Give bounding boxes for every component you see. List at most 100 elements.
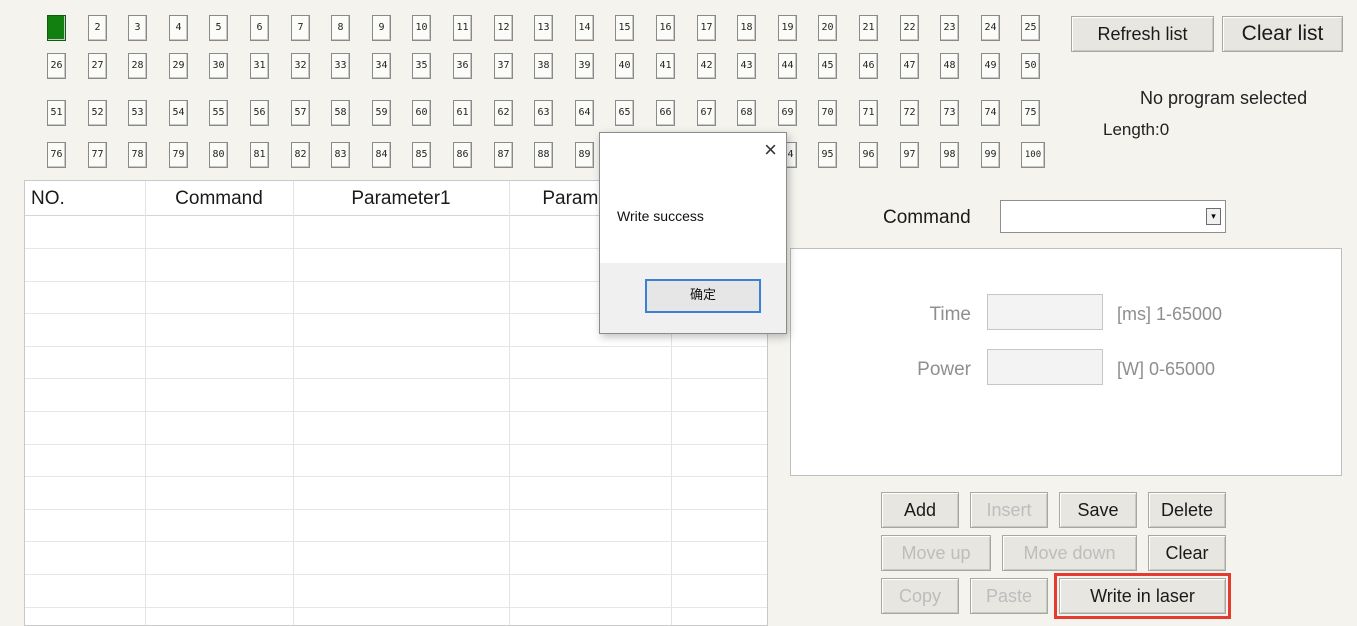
program-slot-button[interactable]: 58 bbox=[331, 100, 350, 126]
program-slot-button[interactable]: 37 bbox=[494, 53, 513, 79]
program-slot-button[interactable]: 19 bbox=[778, 15, 797, 41]
program-slot-button[interactable]: 35 bbox=[412, 53, 431, 79]
program-slot-button[interactable]: 8 bbox=[331, 15, 350, 41]
program-slot-button[interactable]: 1 bbox=[47, 15, 66, 41]
clear-button[interactable]: Clear bbox=[1148, 535, 1226, 571]
program-slot-button[interactable]: 16 bbox=[656, 15, 675, 41]
program-slot-button[interactable]: 28 bbox=[128, 53, 147, 79]
program-slot-button[interactable]: 44 bbox=[778, 53, 797, 79]
program-slot-button[interactable]: 69 bbox=[778, 100, 797, 126]
program-slot-button[interactable]: 89 bbox=[575, 142, 594, 168]
program-slot-button[interactable]: 78 bbox=[128, 142, 147, 168]
refresh-list-button[interactable]: Refresh list bbox=[1071, 16, 1214, 52]
program-slot-button[interactable]: 66 bbox=[656, 100, 675, 126]
program-slot-button[interactable]: 100 bbox=[1021, 142, 1045, 168]
program-slot-button[interactable]: 64 bbox=[575, 100, 594, 126]
program-slot-button[interactable]: 95 bbox=[818, 142, 837, 168]
program-slot-button[interactable]: 84 bbox=[372, 142, 391, 168]
program-slot-button[interactable]: 63 bbox=[534, 100, 553, 126]
program-slot-button[interactable]: 88 bbox=[534, 142, 553, 168]
program-slot-button[interactable]: 6 bbox=[250, 15, 269, 41]
program-slot-button[interactable]: 33 bbox=[331, 53, 350, 79]
time-input[interactable] bbox=[987, 294, 1103, 330]
program-slot-button[interactable]: 38 bbox=[534, 53, 553, 79]
program-slot-button[interactable]: 22 bbox=[900, 15, 919, 41]
program-slot-button[interactable]: 42 bbox=[697, 53, 716, 79]
program-slot-button[interactable]: 2 bbox=[88, 15, 107, 41]
program-slot-button[interactable]: 83 bbox=[331, 142, 350, 168]
clear-list-button[interactable]: Clear list bbox=[1222, 16, 1343, 52]
ok-button[interactable]: 确定 bbox=[645, 279, 761, 313]
program-slot-button[interactable]: 79 bbox=[169, 142, 188, 168]
program-slot-button[interactable]: 60 bbox=[412, 100, 431, 126]
program-slot-button[interactable]: 99 bbox=[981, 142, 1000, 168]
program-slot-button[interactable]: 77 bbox=[88, 142, 107, 168]
program-slot-button[interactable]: 57 bbox=[291, 100, 310, 126]
program-slot-button[interactable]: 50 bbox=[1021, 53, 1040, 79]
program-slot-button[interactable]: 3 bbox=[128, 15, 147, 41]
command-select[interactable]: ▾ bbox=[1000, 200, 1226, 233]
program-slot-button[interactable]: 39 bbox=[575, 53, 594, 79]
program-slot-button[interactable]: 54 bbox=[169, 100, 188, 126]
program-slot-button[interactable]: 74 bbox=[981, 100, 1000, 126]
program-slot-button[interactable]: 15 bbox=[615, 15, 634, 41]
program-slot-button[interactable]: 75 bbox=[1021, 100, 1040, 126]
program-slot-button[interactable]: 80 bbox=[209, 142, 228, 168]
program-slot-button[interactable]: 36 bbox=[453, 53, 472, 79]
paste-button[interactable]: Paste bbox=[970, 578, 1048, 614]
program-slot-button[interactable]: 7 bbox=[291, 15, 310, 41]
move-up-button[interactable]: Move up bbox=[881, 535, 991, 571]
program-slot-button[interactable]: 13 bbox=[534, 15, 553, 41]
program-slot-button[interactable]: 59 bbox=[372, 100, 391, 126]
program-slot-button[interactable]: 96 bbox=[859, 142, 878, 168]
add-button[interactable]: Add bbox=[881, 492, 959, 528]
program-slot-button[interactable]: 24 bbox=[981, 15, 1000, 41]
program-slot-button[interactable]: 9 bbox=[372, 15, 391, 41]
program-slot-button[interactable]: 72 bbox=[900, 100, 919, 126]
program-slot-button[interactable]: 73 bbox=[940, 100, 959, 126]
program-slot-button[interactable]: 87 bbox=[494, 142, 513, 168]
program-slot-button[interactable]: 53 bbox=[128, 100, 147, 126]
program-slot-button[interactable]: 85 bbox=[412, 142, 431, 168]
program-slot-button[interactable]: 40 bbox=[615, 53, 634, 79]
program-slot-button[interactable]: 10 bbox=[412, 15, 431, 41]
copy-button[interactable]: Copy bbox=[881, 578, 959, 614]
program-slot-button[interactable]: 51 bbox=[47, 100, 66, 126]
delete-button[interactable]: Delete bbox=[1148, 492, 1226, 528]
program-slot-button[interactable]: 47 bbox=[900, 53, 919, 79]
program-slot-button[interactable]: 26 bbox=[47, 53, 66, 79]
program-slot-button[interactable]: 48 bbox=[940, 53, 959, 79]
program-slot-button[interactable]: 34 bbox=[372, 53, 391, 79]
insert-button[interactable]: Insert bbox=[970, 492, 1048, 528]
chevron-down-icon[interactable]: ▾ bbox=[1206, 208, 1221, 225]
program-slot-button[interactable]: 98 bbox=[940, 142, 959, 168]
close-icon[interactable]: × bbox=[764, 137, 777, 163]
program-slot-button[interactable]: 4 bbox=[169, 15, 188, 41]
program-slot-button[interactable]: 20 bbox=[818, 15, 837, 41]
program-slot-button[interactable]: 65 bbox=[615, 100, 634, 126]
program-slot-button[interactable]: 14 bbox=[575, 15, 594, 41]
move-down-button[interactable]: Move down bbox=[1002, 535, 1137, 571]
program-slot-button[interactable]: 86 bbox=[453, 142, 472, 168]
program-slot-button[interactable]: 46 bbox=[859, 53, 878, 79]
program-slot-button[interactable]: 67 bbox=[697, 100, 716, 126]
program-slot-button[interactable]: 11 bbox=[453, 15, 472, 41]
program-slot-button[interactable]: 43 bbox=[737, 53, 756, 79]
program-slot-button[interactable]: 23 bbox=[940, 15, 959, 41]
program-slot-button[interactable]: 71 bbox=[859, 100, 878, 126]
program-slot-button[interactable]: 68 bbox=[737, 100, 756, 126]
save-button[interactable]: Save bbox=[1059, 492, 1137, 528]
program-slot-button[interactable]: 29 bbox=[169, 53, 188, 79]
program-slot-button[interactable]: 97 bbox=[900, 142, 919, 168]
program-slot-button[interactable]: 55 bbox=[209, 100, 228, 126]
program-slot-button[interactable]: 56 bbox=[250, 100, 269, 126]
program-slot-button[interactable]: 49 bbox=[981, 53, 1000, 79]
program-slot-button[interactable]: 45 bbox=[818, 53, 837, 79]
program-slot-button[interactable]: 30 bbox=[209, 53, 228, 79]
program-slot-button[interactable]: 5 bbox=[209, 15, 228, 41]
program-slot-button[interactable]: 81 bbox=[250, 142, 269, 168]
program-slot-button[interactable]: 70 bbox=[818, 100, 837, 126]
program-slot-button[interactable]: 41 bbox=[656, 53, 675, 79]
program-slot-button[interactable]: 12 bbox=[494, 15, 513, 41]
program-slot-button[interactable]: 27 bbox=[88, 53, 107, 79]
